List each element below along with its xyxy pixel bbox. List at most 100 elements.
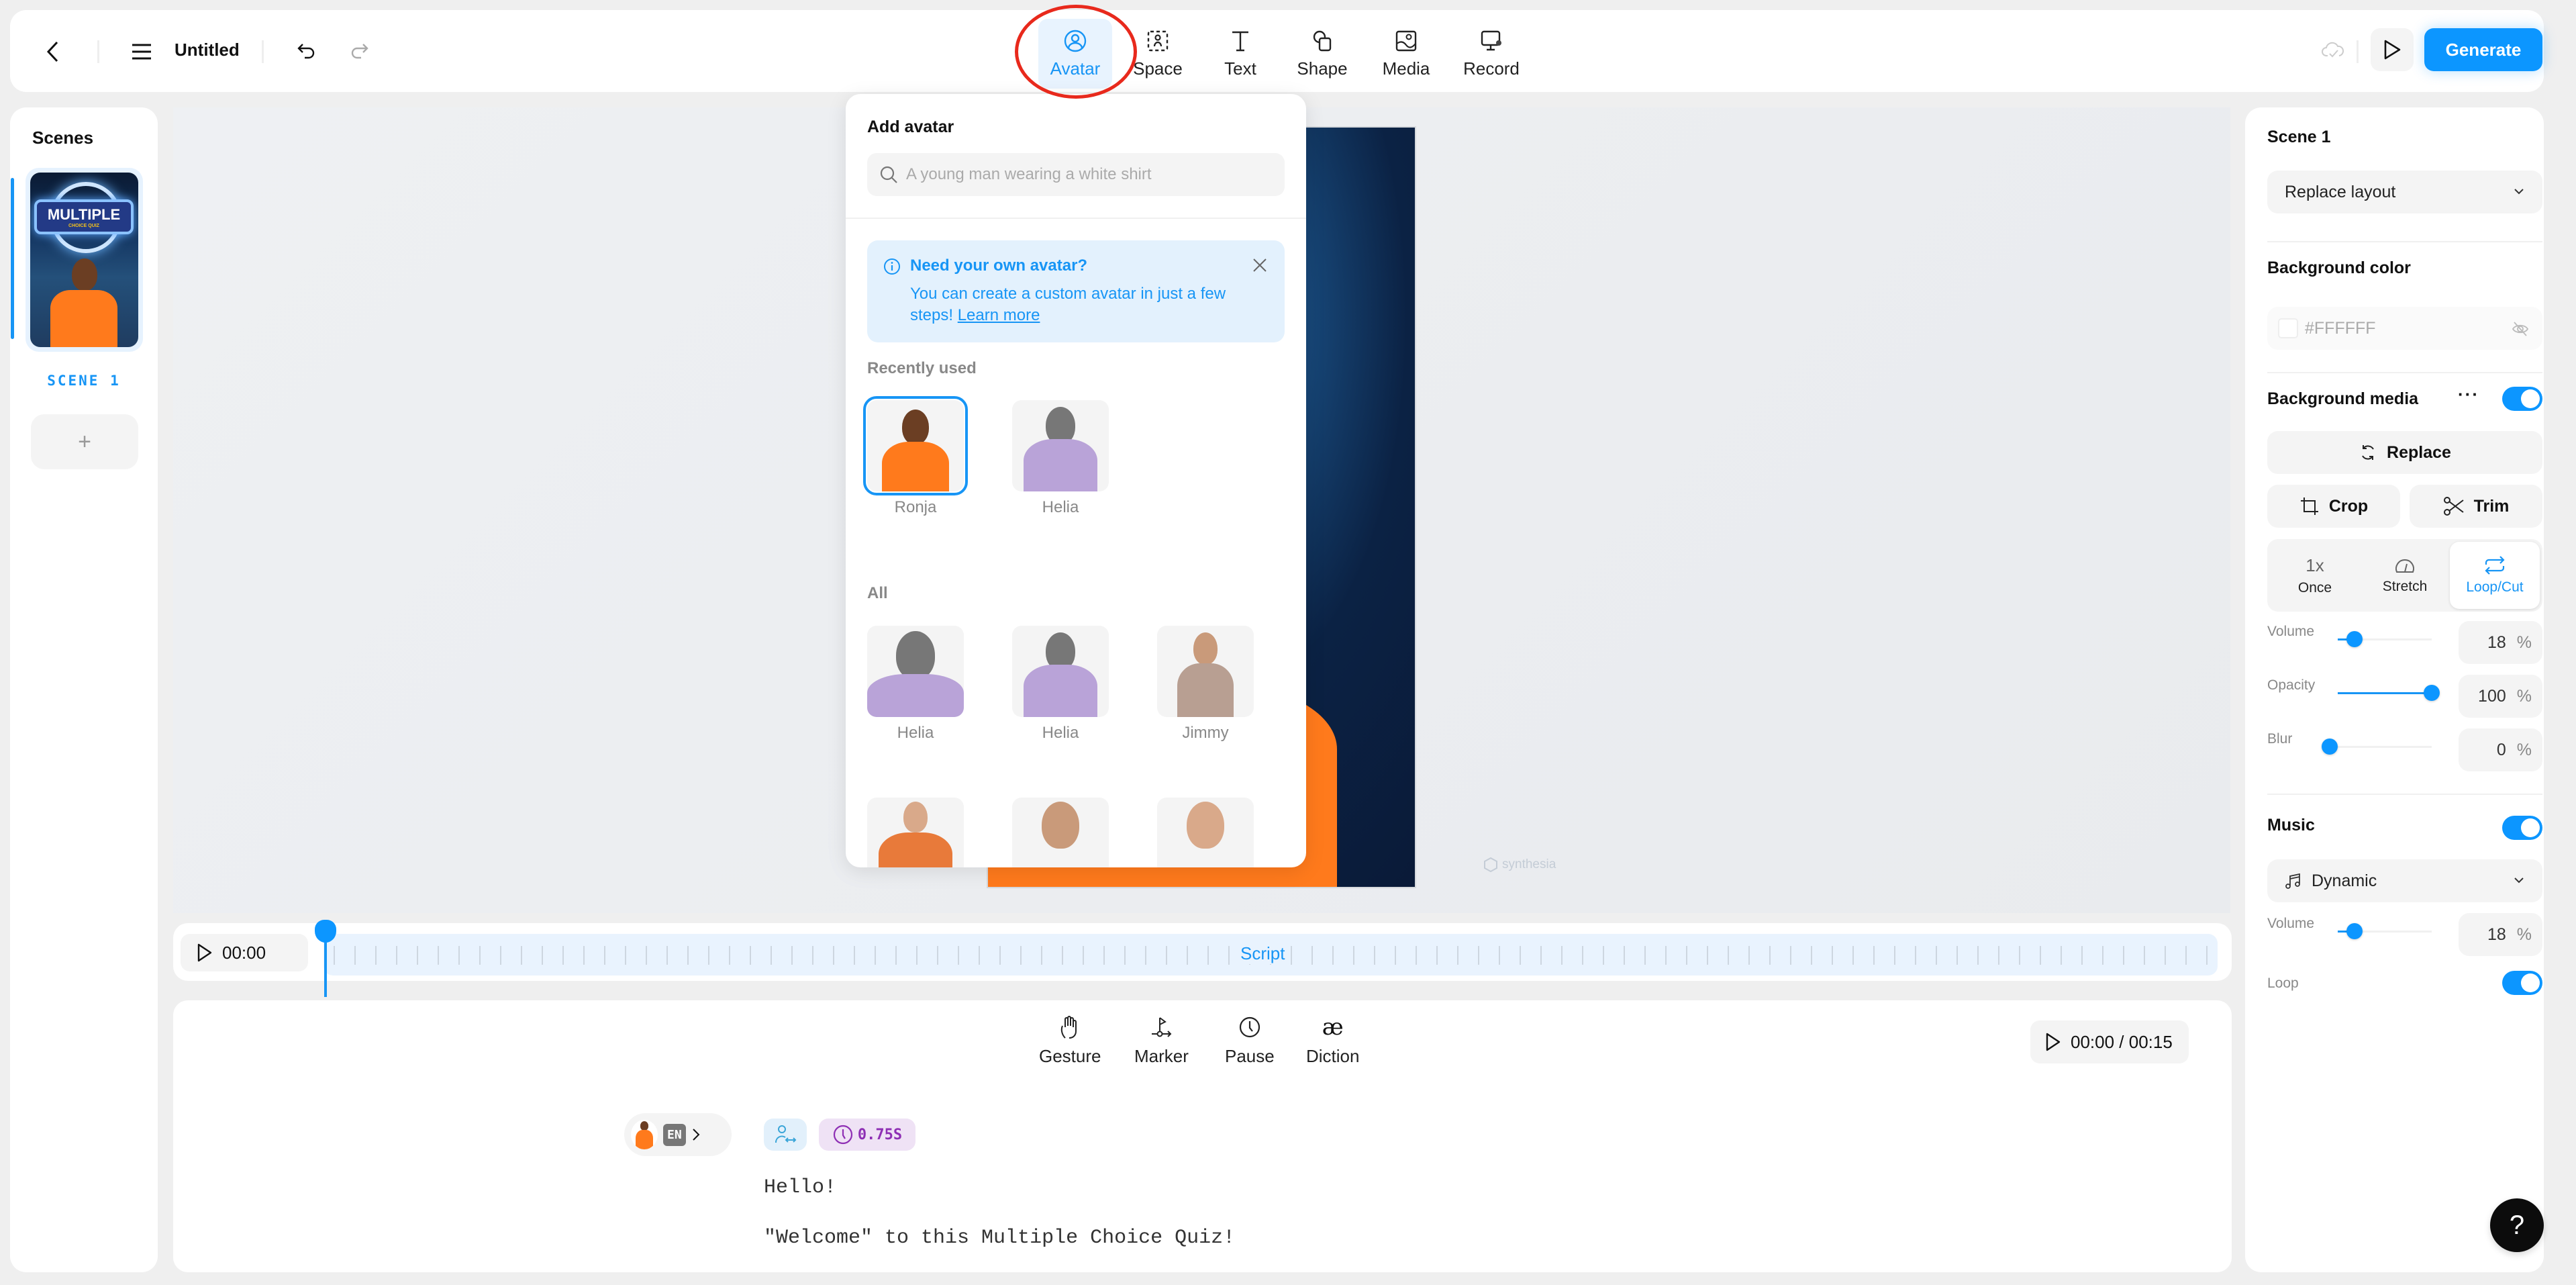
project-title[interactable]: Untitled xyxy=(175,40,240,60)
undo-button[interactable] xyxy=(289,34,324,69)
avatar-card-helia[interactable]: Helia xyxy=(1012,626,1109,743)
mode-stretch[interactable]: Stretch xyxy=(2360,542,2450,609)
speaker-selector[interactable]: EN xyxy=(624,1113,732,1156)
scenes-title: Scenes xyxy=(32,128,94,148)
refresh-icon xyxy=(2362,445,2374,460)
tool-label: Marker xyxy=(1134,1046,1189,1066)
preview-play-button[interactable] xyxy=(2371,28,2414,71)
scene-title: Scene 1 xyxy=(2267,128,2331,146)
trim-button[interactable]: Trim xyxy=(2410,485,2542,528)
avatar-head xyxy=(1042,802,1079,849)
learn-more-link[interactable]: Learn more xyxy=(958,306,1040,324)
active-scene-indicator xyxy=(11,178,14,339)
replace-media-button[interactable]: Replace xyxy=(2267,431,2542,474)
mode-loop-cut[interactable]: Loop/Cut xyxy=(2450,542,2540,609)
timeline-play-button[interactable]: 00:00 xyxy=(181,934,308,971)
mode-label: Stretch xyxy=(2382,579,2428,594)
music-toggle[interactable] xyxy=(2502,816,2542,840)
divider xyxy=(262,40,264,63)
scenes-panel: Scenes MULTIPLE CHOICE QUIZ SCENE 1 + xyxy=(10,107,158,1272)
slider-knob[interactable] xyxy=(2322,739,2338,755)
blur-slider: Blur 0% xyxy=(2267,728,2542,771)
color-swatch[interactable] xyxy=(2278,318,2298,338)
bg-media-toggle[interactable] xyxy=(2502,387,2542,411)
slider-value-field[interactable]: 0% xyxy=(2459,728,2542,771)
tool-text[interactable]: Text xyxy=(1203,19,1277,89)
tool-label: Text xyxy=(1224,58,1256,79)
close-info-button[interactable] xyxy=(1250,255,1270,275)
avatar-image xyxy=(863,396,968,495)
scene-thumbnail[interactable]: MULTIPLE CHOICE QUIZ xyxy=(26,168,143,352)
slider-value-field[interactable]: 100% xyxy=(2459,675,2542,718)
avatar-head xyxy=(896,631,935,679)
playhead-handle[interactable] xyxy=(315,920,336,943)
help-button[interactable]: ? xyxy=(2490,1198,2544,1252)
gesture-icon xyxy=(1061,1016,1077,1039)
tool-media[interactable]: Media xyxy=(1369,19,1443,89)
layout-select[interactable]: Replace layout xyxy=(2267,171,2542,213)
avatar-name: Ronja xyxy=(894,498,937,516)
eye-off-icon[interactable] xyxy=(2512,320,2529,338)
tool-record[interactable]: Record xyxy=(1454,19,1528,89)
avatar-search[interactable] xyxy=(867,153,1285,196)
bg-color-field[interactable]: #FFFFFF xyxy=(2267,307,2542,350)
music-loop-toggle[interactable] xyxy=(2502,971,2542,995)
slider-value: 0 xyxy=(2496,740,2506,759)
slider-track[interactable] xyxy=(2338,685,2440,701)
scene-play-button[interactable]: 00:00 / 00:15 xyxy=(2030,1020,2189,1063)
crop-button[interactable]: Crop xyxy=(2267,485,2400,528)
slider-knob[interactable] xyxy=(2346,631,2363,647)
add-scene-button[interactable]: + xyxy=(31,414,138,469)
avatar-card-helia[interactable]: Helia xyxy=(1012,400,1109,517)
tool-shape[interactable]: Shape xyxy=(1285,19,1359,89)
avatar-card-ronja[interactable]: Ronja xyxy=(863,396,968,517)
slider-value: 100 xyxy=(2478,686,2506,706)
avatar-action-chip[interactable] xyxy=(764,1119,807,1151)
slider-knob[interactable] xyxy=(2424,685,2440,701)
pause-chip[interactable]: 0.75S xyxy=(819,1119,915,1151)
slider-value-field[interactable]: 18% xyxy=(2459,621,2542,664)
bg-media-more-button[interactable]: ··· xyxy=(2458,384,2479,405)
script-tool-gesture[interactable]: Gesture xyxy=(1039,1015,1101,1067)
avatar-card[interactable] xyxy=(1157,798,1254,867)
avatar-name: Helia xyxy=(897,724,934,742)
avatar-card[interactable] xyxy=(867,798,964,867)
slider-track[interactable] xyxy=(2338,631,2432,647)
redo-button[interactable] xyxy=(342,34,377,69)
language-badge: EN xyxy=(663,1123,686,1146)
avatar-search-input[interactable] xyxy=(906,165,1269,184)
slider-knob[interactable] xyxy=(2346,923,2363,939)
media-volume-slider: Volume 18% xyxy=(2267,621,2542,664)
script-track[interactable]: Script xyxy=(324,934,2218,975)
crop-label: Crop xyxy=(2328,496,2369,516)
popup-title: Add avatar xyxy=(867,117,954,136)
generate-button[interactable]: Generate xyxy=(2424,28,2542,71)
script-tool-pause[interactable]: Pause xyxy=(1225,1015,1275,1067)
watermark-text: synthesia xyxy=(1502,857,1556,871)
avatar-card-helia[interactable]: Helia xyxy=(867,626,964,743)
pause-duration: 0.75S xyxy=(857,1126,903,1143)
script-line[interactable]: "Welcome" to this Multiple Choice Quiz! xyxy=(764,1227,1235,1249)
divider xyxy=(2267,794,2542,795)
tool-avatar[interactable]: Avatar xyxy=(1038,19,1112,89)
mode-once[interactable]: 1x Once xyxy=(2270,542,2360,609)
music-select[interactable]: Dynamic xyxy=(2267,859,2542,902)
avatar-card-jimmy[interactable]: Jimmy xyxy=(1157,626,1254,743)
space-icon xyxy=(1147,30,1169,51)
script-line[interactable]: Hello! xyxy=(764,1176,836,1199)
avatar-head xyxy=(1187,802,1224,849)
script-tool-diction[interactable]: æ Diction xyxy=(1306,1015,1359,1067)
pause-clock-icon xyxy=(1239,1016,1260,1038)
music-note-icon xyxy=(2285,873,2300,889)
avatar-card[interactable] xyxy=(1012,798,1109,867)
cloud-check-icon xyxy=(2322,42,2344,58)
once-icon: 1x xyxy=(2306,555,2324,575)
back-button[interactable] xyxy=(36,34,70,69)
play-icon xyxy=(2046,1033,2061,1051)
menu-button[interactable] xyxy=(124,34,159,69)
slider-track[interactable] xyxy=(2338,923,2432,939)
script-tool-marker[interactable]: Marker xyxy=(1134,1015,1189,1067)
slider-value-field[interactable]: 18% xyxy=(2459,913,2542,956)
slider-track[interactable] xyxy=(2322,739,2432,755)
tool-space[interactable]: Space xyxy=(1121,19,1195,89)
